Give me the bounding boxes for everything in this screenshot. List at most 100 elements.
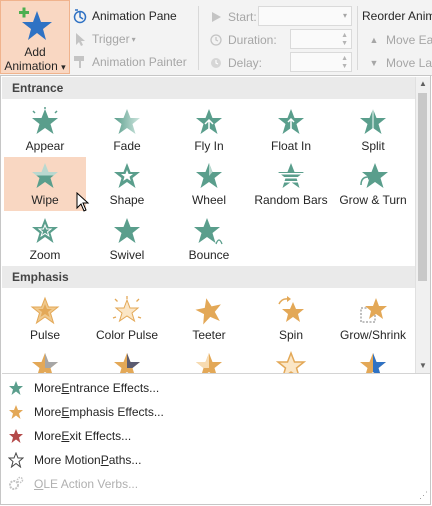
animation-painter-button[interactable]: Animation Painter	[72, 54, 187, 70]
gold-blue-star-icon	[360, 353, 386, 373]
add-animation-label-1: Add	[24, 45, 46, 59]
menu-ole-action-verbs[interactable]: O LE Action Verbs...	[2, 473, 430, 495]
animation-painter-icon	[72, 54, 88, 70]
effect-label: Bounce	[188, 248, 230, 262]
scroll-up-icon[interactable]: ▲	[416, 77, 430, 91]
spin-up-icon[interactable]: ▲	[341, 32, 348, 40]
chevron-down-icon: ▾	[342, 11, 347, 20]
gold-light-star-icon	[196, 353, 222, 373]
effect-grow-shrink[interactable]: Grow/Shrink	[332, 292, 414, 346]
fade-star-icon	[114, 109, 140, 134]
duration-label: Duration:	[208, 32, 277, 48]
effect-grow-and-turn[interactable]: Grow & Turn	[332, 157, 414, 211]
effect-bounce[interactable]: Bounce	[168, 212, 250, 266]
add-animation-star-icon	[19, 7, 52, 40]
delay-label: Delay:	[208, 55, 262, 71]
effect-label: Fade	[113, 139, 141, 153]
divider	[198, 6, 199, 70]
effect-split[interactable]: Split	[332, 103, 414, 157]
effect-label: Teeter	[192, 328, 226, 342]
bounce-star-icon	[194, 218, 223, 245]
start-dropdown[interactable]: ▾	[258, 6, 352, 26]
animation-pane-button[interactable]: Animation Pane	[72, 8, 177, 24]
effect-label: Color Pulse	[95, 328, 159, 342]
start-label: Start:	[208, 9, 257, 25]
effect-label: Grow & Turn	[339, 193, 407, 207]
menu-more-emphasis-effects[interactable]: More Emphasis Effects...	[2, 401, 430, 423]
section-header-entrance: Entrance	[2, 77, 416, 99]
triangle-down-icon: ▼	[369, 58, 379, 68]
spin-star-icon	[278, 296, 304, 322]
effect-emphasis-partial[interactable]	[86, 347, 168, 373]
effect-emphasis-partial[interactable]	[250, 347, 332, 373]
divider	[357, 6, 358, 70]
effect-appear[interactable]: Appear	[4, 103, 86, 157]
spin-down-icon[interactable]: ▼	[341, 63, 348, 71]
effect-emphasis-partial[interactable]	[4, 347, 86, 373]
effect-zoom[interactable]: Zoom	[4, 212, 86, 266]
effect-label: Random Bars	[254, 193, 328, 207]
duration-spinner[interactable]: ▲ ▼	[290, 29, 352, 49]
appear-star-icon	[32, 107, 58, 134]
play-icon	[208, 9, 224, 25]
gold-star-icon	[9, 405, 23, 419]
animations-ribbon: Add Animation ▾ Animation Pane Trigger ▾…	[0, 0, 432, 76]
clock-icon	[208, 32, 224, 48]
ole-gears-icon	[9, 476, 24, 490]
float-in-star-icon	[278, 109, 304, 134]
green-star-icon	[9, 381, 23, 395]
effect-emphasis-partial[interactable]	[168, 347, 250, 373]
effect-teeter[interactable]: Teeter	[168, 292, 250, 346]
effect-label: Spin	[278, 328, 304, 342]
effect-wipe[interactable]: Wipe	[4, 157, 86, 211]
effect-wheel[interactable]: Wheel	[168, 157, 250, 211]
effect-emphasis-partial[interactable]	[332, 347, 414, 373]
effect-shape[interactable]: Shape	[86, 157, 168, 211]
effect-label: Zoom	[29, 248, 61, 262]
effect-random-bars[interactable]: Random Bars	[250, 157, 332, 211]
add-animation-label-2: Animation ▾	[4, 59, 66, 73]
menu-more-entrance-effects[interactable]: More Entrance Effects...	[2, 377, 430, 399]
split-star-icon	[360, 109, 386, 134]
effect-label: Split	[361, 139, 385, 153]
chevron-down-icon: ▾	[131, 34, 136, 44]
grow-turn-star-icon	[360, 163, 388, 188]
outline-star-icon	[8, 452, 24, 468]
spin-up-icon[interactable]: ▲	[341, 55, 348, 63]
spin-down-icon[interactable]: ▼	[341, 40, 348, 48]
effect-color-pulse[interactable]: Color Pulse	[86, 292, 168, 346]
scrollbar-thumb[interactable]	[418, 93, 427, 281]
resize-grip-icon[interactable]: ⋰	[419, 490, 428, 501]
zoom-star-icon	[32, 218, 58, 243]
effect-fly-in[interactable]: Fly In	[168, 103, 250, 157]
effect-label: Swivel	[109, 248, 145, 262]
effect-label: Wipe	[31, 193, 59, 207]
menu-more-exit-effects[interactable]: More Exit Effects...	[2, 425, 430, 447]
wipe-star-icon	[32, 163, 58, 188]
swivel-star-icon	[114, 218, 140, 243]
effect-label: Grow/Shrink	[339, 328, 407, 342]
effect-spin[interactable]: Spin	[250, 292, 332, 346]
animation-pane-label: Animation Pane	[92, 9, 177, 23]
animation-painter-label: Animation Painter	[92, 55, 187, 69]
effect-swivel[interactable]: Swivel	[86, 212, 168, 266]
red-star-icon	[9, 429, 23, 443]
effect-fade[interactable]: Fade	[86, 103, 168, 157]
effect-pulse[interactable]: Pulse	[4, 292, 86, 346]
delay-spinner[interactable]: ▲ ▼	[290, 52, 352, 72]
triangle-up-icon: ▲	[369, 35, 379, 45]
gallery-scrollbar[interactable]: ▲ ▼	[415, 77, 430, 373]
move-earlier-button[interactable]: ▲ Move Ear	[366, 32, 432, 48]
add-animation-button[interactable]: Add Animation ▾	[0, 0, 70, 74]
effect-float-in[interactable]: Float In	[250, 103, 332, 157]
scroll-down-icon[interactable]: ▼	[416, 359, 430, 373]
menu-more-motion-paths[interactable]: More Motion Paths...	[2, 449, 430, 471]
delay-clock-icon	[208, 55, 224, 71]
animation-gallery-panel: Entrance Appear Fade Fly In Float In Spl…	[0, 75, 431, 505]
move-later-button[interactable]: ▼ Move Lat	[366, 55, 432, 71]
teeter-star-icon	[195, 298, 221, 325]
gold-outline-star-icon	[276, 351, 306, 373]
gold-dark-star-icon	[114, 353, 140, 373]
trigger-button[interactable]: Trigger ▾	[72, 31, 136, 47]
fly-in-star-icon	[196, 109, 222, 134]
